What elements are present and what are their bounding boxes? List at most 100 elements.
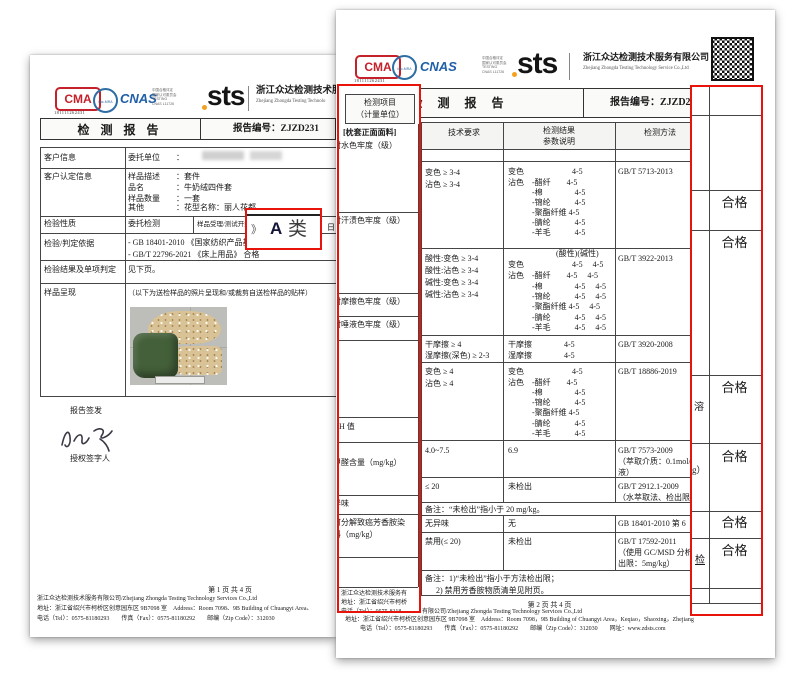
result-line: -棉 4-5 4-5 [508, 282, 606, 292]
method-line: GB/T 3920-2008 [618, 340, 673, 350]
result-line: 变色 4-5 4-5 [508, 260, 603, 270]
method-fragment: 溶 [694, 402, 704, 415]
requirement-line: 碱性:变色 ≥ 3-4 [425, 278, 478, 288]
requirement-line: 沾色 ≥ 4 [425, 379, 453, 389]
cma-logo-text: CMA [364, 60, 391, 74]
test-item-label: 异味 [337, 499, 349, 509]
cnas-small-line: 中国合格评定 [482, 56, 507, 61]
sts-logo: sts [517, 50, 557, 77]
strip-row-line [339, 514, 418, 515]
strip-row-line [692, 538, 763, 539]
test-item-label: 耐汗渍色牢度（级） [337, 216, 405, 226]
result-line: -羊毛 4-5 4-5 [508, 323, 606, 333]
table-note: 备注：“未检出”指小于 20 mg/kg。 [425, 505, 545, 515]
strip-row-line [692, 603, 763, 604]
sample-other: 其他 ：花型名称：丽人花都 [128, 203, 256, 213]
verdict-pass: 合格 [709, 195, 760, 211]
method-line: 液） [618, 468, 634, 478]
standard-line: - GB 18401-2010 《国家纺织产品基本 [128, 238, 258, 248]
cnas-small-line: 中国合格评定 [152, 88, 177, 93]
cnas-small-text: 中国合格评定 国家认可委员会 TESTING CNAS L11726 [152, 88, 177, 106]
method-line: GB/T 7573-2009 [618, 446, 673, 456]
cma-number: 181111262431 [354, 78, 385, 84]
strip-row-line [692, 375, 763, 376]
company-name-cn: 浙江众达检测技术服 [256, 86, 336, 98]
result-line: -锦纶 4-5 4-5 [508, 292, 606, 302]
strip-row-line [692, 190, 763, 191]
footer-address: 地址：浙江省绍兴市柯桥区创意园东区 9B7098 室 Address：Room … [345, 617, 694, 625]
result-line: 6.9 [508, 446, 518, 456]
method-line: GB/T 2912.1-2009 [618, 482, 679, 492]
strip-row-line [692, 588, 763, 589]
verdict-pass: 合格 [709, 235, 760, 251]
col-header-requirement: 技术要求 [425, 128, 503, 138]
item-header-line: 检测项目 [345, 98, 415, 108]
standard-line: - GB/T 22796-2021 《床上用品》 合格 [128, 250, 259, 260]
footer-company: 有限公司/Zhejiang Zhongda Testing Technology… [422, 609, 582, 617]
result-line: -腈纶 4-5 [508, 419, 585, 429]
strip-row-line [339, 495, 418, 496]
header-divider [569, 53, 570, 80]
result-note: 见下页。 [128, 265, 160, 275]
strip-row-line [339, 557, 418, 558]
footer-company: 浙江众达检测技术服务有限公司/Zhejiang Zhongda Testing … [37, 596, 257, 604]
cnas-small-text: 中国合格评定 国家认可委员会 TESTING CNAS L11726 [482, 56, 507, 74]
strip-footer-fragment: 浙江众达检测技术服务有 [341, 591, 407, 599]
cnas-small-line: CNAS L11726 [482, 70, 507, 75]
test-item-label: 可分解致癌芳香胺染 [337, 518, 405, 528]
company-name-en: Zhejiang Zhongda Testing Technolo [256, 99, 325, 105]
page-title: 检 测 报 告 [40, 123, 200, 138]
row-label: 检验性质 [44, 219, 76, 229]
result-line: 未检出 [508, 537, 532, 547]
strip-row-line [339, 316, 418, 317]
strip-row-line [339, 212, 418, 213]
result-line: -锦纶 4-5 [508, 198, 585, 208]
requirement-line: 禁用(≤ 20) [425, 537, 461, 547]
strip-footer-fragment: 地址：浙江省绍兴市柯桥 [341, 600, 407, 608]
title-bar-divider [200, 118, 201, 140]
report-page-1: CMA 181111262431 ilac-MRA CNAS 中国合格评定 国家… [30, 55, 336, 637]
annotation-test-item-column: 检测项目 （计量单位） [枕套正面面料] 耐水色牢度（级） 耐汗渍色牢度（级） … [337, 84, 421, 613]
result-line: 沾色 -醋纤 4-5 [508, 178, 577, 188]
requirement-line: 4.0~7.5 [425, 446, 449, 456]
signature-image [56, 421, 126, 457]
test-item-label: 料（mg/kg） [337, 530, 377, 540]
requirement-line: 酸性:沾色 ≥ 3-4 [425, 266, 478, 276]
report-page-2: CMA 181111262431 ilac-MRA CNAS 中国合格评定 国家… [336, 10, 775, 658]
test-item-label: 耐水色牢度（级） [337, 141, 397, 151]
test-item-label: 耐摩擦色牢度（级） [337, 297, 405, 307]
table-row-line [40, 283, 336, 284]
quilt-folded [176, 346, 222, 375]
strip-row-line [339, 340, 418, 341]
method-line: GB/T 18886-2019 [618, 367, 677, 377]
sample-desc: 样品描述 ：套件 [128, 172, 200, 182]
sts-logo: sts [207, 83, 244, 108]
table-column-line [503, 122, 504, 502]
ilac-mra-logo: ilac-MRA [392, 55, 417, 80]
verdict-pass: 合格 [709, 515, 760, 531]
cnas-logo: CNAS [420, 59, 457, 74]
green-blanket [133, 333, 178, 378]
result-line: 沾色 -醋纤 4-5 [508, 378, 577, 388]
method-line: （使用 GC/MSD 分析 [618, 548, 693, 558]
row-label: 样品呈现 [44, 288, 76, 298]
result-line: -锦纶 4-5 [508, 398, 585, 408]
row-label: 客户认定信息 [44, 172, 92, 182]
result-line: -棉 4-5 [508, 188, 585, 198]
redacted-client-name [202, 151, 244, 160]
method-fragment: g） [692, 465, 706, 476]
company-name-cn: 浙江众达检测技术服务有限公司 [583, 52, 709, 63]
ilac-logo-text: ilac-MRA [98, 100, 112, 104]
requirement-line: 干摩擦 ≥ 4 [425, 340, 461, 350]
result-line: -腈纶 4-5 [508, 218, 585, 228]
method-line: GB/T 17592-2011 [618, 537, 676, 547]
requirement-line: 无异味 [425, 519, 449, 529]
cma-logo-text: CMA [64, 92, 91, 106]
table-note: 备注：1)“未检出”指小于方法检出限； [425, 574, 559, 584]
table-inner-line [193, 216, 194, 233]
result-line: 变色 4-5 [508, 367, 583, 377]
item-header-line: （计量单位） [345, 110, 415, 120]
requirement-line: 变色 ≥ 3-4 [425, 168, 460, 178]
result-line: 变色 4-5 [508, 167, 583, 177]
row-label: 客户信息 [44, 153, 76, 163]
